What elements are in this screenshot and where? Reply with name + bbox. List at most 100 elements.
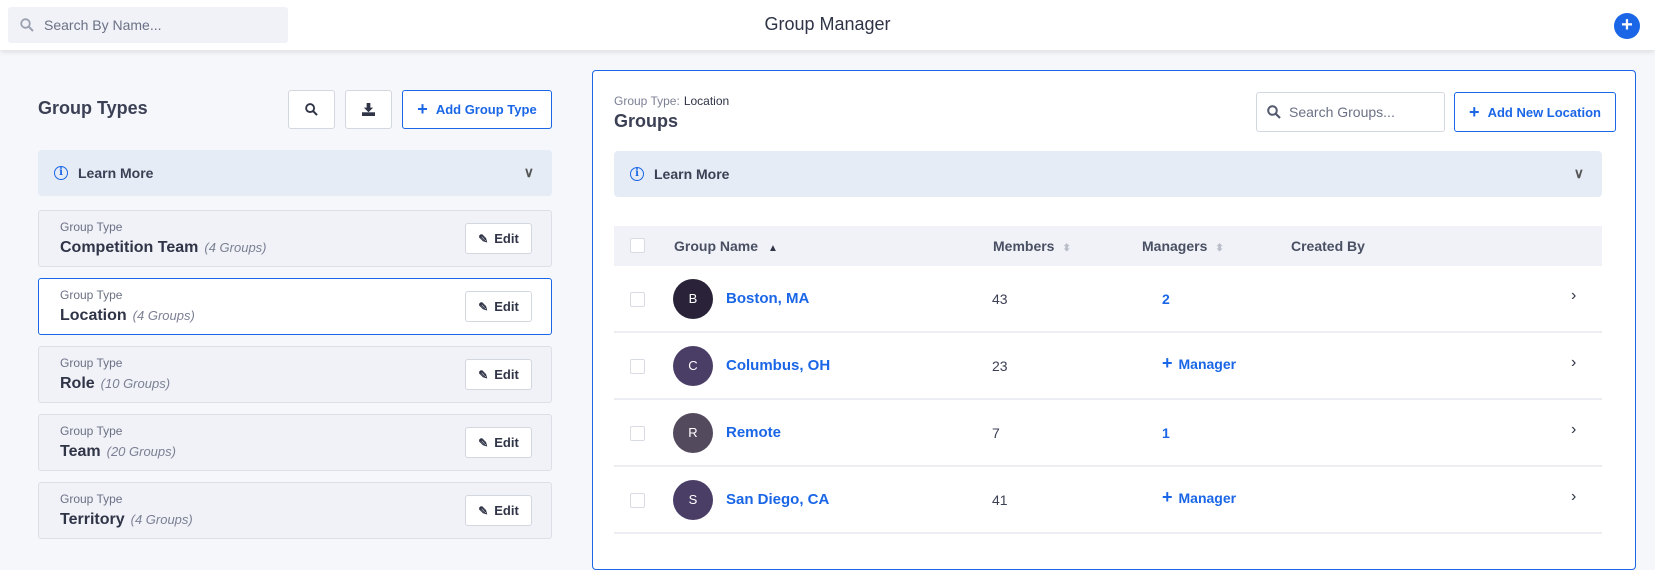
members-count: 7 bbox=[992, 425, 1000, 441]
group-type-card[interactable]: Group Type Location (4 Groups) ✎ Edit bbox=[38, 278, 552, 335]
search-groups-input[interactable]: Search Groups... bbox=[1256, 92, 1445, 132]
table-row[interactable]: B Boston, MA 43 2 › bbox=[614, 266, 1602, 333]
column-managers[interactable]: Managers ⬍ bbox=[1142, 238, 1224, 254]
chevron-right-icon[interactable]: › bbox=[1571, 488, 1576, 506]
avatar: S bbox=[673, 480, 713, 520]
add-group-type-label: Add Group Type bbox=[435, 102, 537, 117]
edit-button[interactable]: ✎ Edit bbox=[465, 495, 532, 526]
group-type-label: Group Type: Location bbox=[614, 94, 729, 108]
group-types-heading: Group Types bbox=[38, 98, 148, 118]
column-members[interactable]: Members ⬍ bbox=[993, 238, 1071, 254]
row-checkbox[interactable] bbox=[630, 426, 645, 441]
search-group-types-button[interactable] bbox=[288, 90, 335, 129]
group-name-link[interactable]: Boston, MA bbox=[726, 290, 809, 307]
group-type-key: Group Type bbox=[60, 288, 123, 302]
group-type-key: Group Type bbox=[60, 492, 123, 506]
edit-icon: ✎ bbox=[478, 231, 489, 246]
add-button[interactable]: + bbox=[1614, 13, 1640, 39]
select-all-checkbox[interactable] bbox=[630, 238, 645, 253]
sort-icon: ⬍ bbox=[1062, 243, 1071, 254]
edit-button[interactable]: ✎ Edit bbox=[465, 291, 532, 322]
members-count: 41 bbox=[992, 492, 1008, 508]
add-group-type-button[interactable]: + Add Group Type bbox=[402, 90, 552, 129]
groups-panel: Group Type: Location Groups Search Groups… bbox=[592, 70, 1636, 570]
plus-icon: + bbox=[1162, 353, 1173, 373]
chevron-right-icon[interactable]: › bbox=[1571, 421, 1576, 439]
managers-link[interactable]: 2 bbox=[1162, 291, 1170, 307]
row-checkbox[interactable] bbox=[630, 292, 645, 307]
sort-icon: ⬍ bbox=[1215, 243, 1224, 254]
download-button[interactable] bbox=[345, 90, 392, 129]
group-type-key: Group Type: bbox=[614, 94, 680, 108]
group-type-name: Role bbox=[60, 375, 95, 392]
search-icon bbox=[305, 103, 318, 116]
learn-more-label: Learn More bbox=[78, 165, 154, 181]
learn-more-label: Learn More bbox=[654, 166, 730, 182]
table-row[interactable]: C Columbus, OH 23 + Manager › bbox=[614, 333, 1602, 400]
group-count: (4 Groups) bbox=[204, 240, 267, 255]
chevron-right-icon[interactable]: › bbox=[1571, 287, 1576, 305]
learn-more-left[interactable]: i Learn More ∨ bbox=[38, 150, 552, 196]
managers-value: 2 bbox=[1162, 291, 1170, 307]
managers-value: 1 bbox=[1162, 425, 1170, 441]
managers-link[interactable]: + Manager bbox=[1162, 487, 1236, 508]
group-name-link[interactable]: Remote bbox=[726, 424, 781, 441]
column-created-by: Created By bbox=[1291, 238, 1365, 254]
chevron-down-icon: ∨ bbox=[523, 164, 534, 180]
column-label: Group Name bbox=[674, 238, 759, 254]
plus-icon: + bbox=[1469, 101, 1480, 122]
group-type-key: Group Type bbox=[60, 424, 123, 438]
download-icon bbox=[362, 103, 375, 116]
search-groups-placeholder: Search Groups... bbox=[1289, 104, 1395, 120]
table-row[interactable]: S San Diego, CA 41 + Manager › bbox=[614, 467, 1602, 534]
group-type-key: Group Type bbox=[60, 356, 123, 370]
edit-button[interactable]: ✎ Edit bbox=[465, 359, 532, 390]
edit-button[interactable]: ✎ Edit bbox=[465, 223, 532, 254]
group-type-card[interactable]: Group Type Role (10 Groups) ✎ Edit bbox=[38, 346, 552, 403]
group-type-card[interactable]: Group Type Competition Team (4 Groups) ✎ E… bbox=[38, 210, 552, 267]
edit-icon: ✎ bbox=[478, 435, 489, 450]
groups-heading: Groups bbox=[614, 111, 679, 131]
plus-icon: + bbox=[1162, 487, 1173, 507]
members-count: 23 bbox=[992, 358, 1008, 374]
info-icon: i bbox=[630, 167, 644, 181]
edit-label: Edit bbox=[494, 367, 519, 382]
managers-value: Manager bbox=[1178, 490, 1237, 506]
edit-icon: ✎ bbox=[478, 299, 489, 314]
group-type-value: Location bbox=[683, 94, 730, 108]
column-group-name[interactable]: Group Name ▲ bbox=[674, 238, 778, 254]
group-type-name: Location bbox=[60, 307, 127, 324]
group-type-key: Group Type bbox=[60, 220, 123, 234]
table-row[interactable]: R Remote 7 1 › bbox=[614, 400, 1602, 467]
managers-link[interactable]: + Manager bbox=[1162, 353, 1236, 374]
avatar: C bbox=[673, 346, 713, 386]
top-bar: Search By Name... Group Manager + bbox=[0, 0, 1655, 50]
edit-icon: ✎ bbox=[478, 503, 489, 518]
row-checkbox[interactable] bbox=[630, 493, 645, 508]
group-type-card[interactable]: Group Type Territory (4 Groups) ✎ Edit bbox=[38, 482, 552, 539]
group-type-card[interactable]: Group Type Team (20 Groups) ✎ Edit bbox=[38, 414, 552, 471]
search-by-name-input[interactable]: Search By Name... bbox=[8, 7, 288, 43]
avatar: R bbox=[673, 413, 713, 453]
group-name-link[interactable]: San Diego, CA bbox=[726, 491, 829, 508]
sort-asc-icon: ▲ bbox=[768, 243, 778, 254]
chevron-down-icon: ∨ bbox=[1573, 165, 1584, 181]
column-label: Members bbox=[993, 238, 1055, 254]
edit-icon: ✎ bbox=[478, 367, 489, 382]
edit-label: Edit bbox=[494, 299, 519, 314]
row-checkbox[interactable] bbox=[630, 359, 645, 374]
search-placeholder: Search By Name... bbox=[44, 17, 162, 33]
group-count: (10 Groups) bbox=[100, 376, 171, 391]
add-new-location-button[interactable]: + Add New Location bbox=[1454, 92, 1616, 132]
group-type-name: Competition Team bbox=[60, 239, 199, 256]
group-name-link[interactable]: Columbus, OH bbox=[726, 357, 830, 374]
learn-more-right[interactable]: i Learn More ∨ bbox=[614, 151, 1602, 197]
info-icon: i bbox=[54, 166, 68, 180]
chevron-right-icon[interactable]: › bbox=[1571, 354, 1576, 372]
column-label: Managers bbox=[1142, 238, 1208, 254]
edit-label: Edit bbox=[494, 231, 519, 246]
add-new-location-label: Add New Location bbox=[1487, 104, 1601, 120]
edit-button[interactable]: ✎ Edit bbox=[465, 427, 532, 458]
managers-link[interactable]: 1 bbox=[1162, 425, 1170, 441]
edit-label: Edit bbox=[494, 435, 519, 450]
